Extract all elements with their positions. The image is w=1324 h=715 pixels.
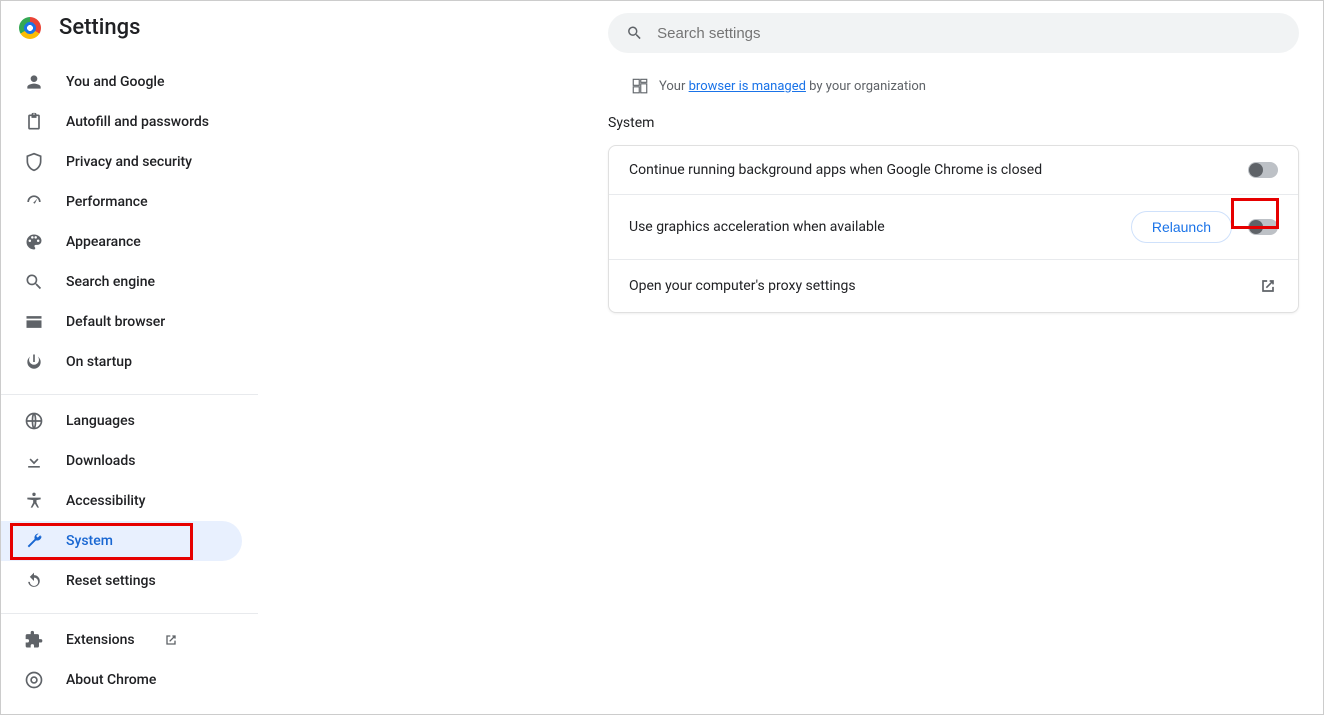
chrome-logo-icon [19, 17, 41, 39]
managed-prefix: Your [659, 79, 689, 94]
accessibility-icon [24, 491, 44, 511]
browser-icon [24, 312, 44, 332]
row-label: Use graphics acceleration when available [629, 219, 885, 235]
sidebar-item-performance[interactable]: Performance [1, 182, 242, 222]
domain-icon [631, 77, 649, 95]
main-content: Your browser is managed by your organiza… [258, 1, 1323, 714]
clipboard-icon [24, 112, 44, 132]
person-icon [24, 72, 44, 92]
relaunch-button[interactable]: Relaunch [1131, 211, 1232, 243]
power-icon [24, 352, 44, 372]
sidebar-item-label: Accessibility [66, 493, 145, 509]
restore-icon [24, 571, 44, 591]
row-graphics-acceleration: Use graphics acceleration when available… [609, 194, 1298, 259]
palette-icon [24, 232, 44, 252]
sidebar-item-extensions[interactable]: Extensions [1, 620, 242, 660]
sidebar-item-autofill-and-passwords[interactable]: Autofill and passwords [1, 102, 242, 142]
sidebar-item-default-browser[interactable]: Default browser [1, 302, 242, 342]
sidebar-item-label: Languages [66, 413, 135, 429]
shield-icon [24, 152, 44, 172]
row-label: Continue running background apps when Go… [629, 162, 1042, 178]
managed-suffix: by your organization [806, 79, 926, 94]
sidebar-item-you-and-google[interactable]: You and Google [1, 62, 242, 102]
speed-icon [24, 192, 44, 212]
sidebar-item-label: On startup [66, 354, 132, 370]
sidebar-item-label: Extensions [66, 632, 135, 648]
section-title-system: System [608, 115, 1299, 131]
row-label: Open your computer's proxy settings [629, 278, 856, 294]
sidebar-item-label: Search engine [66, 274, 155, 290]
sidebar-item-label: Reset settings [66, 573, 156, 589]
chrome-icon [24, 670, 44, 690]
toggle-graphics-acceleration[interactable] [1248, 219, 1278, 235]
sidebar-item-languages[interactable]: Languages [1, 401, 242, 441]
open-external-icon [1258, 276, 1278, 296]
row-proxy-settings[interactable]: Open your computer's proxy settings [609, 259, 1298, 312]
sidebar-item-system[interactable]: System [1, 521, 242, 561]
sidebar-item-on-startup[interactable]: On startup [1, 342, 242, 382]
settings-header: Settings [1, 15, 258, 56]
search-settings-bar[interactable] [608, 13, 1299, 53]
search-icon [626, 24, 643, 42]
sidebar-item-label: Performance [66, 194, 148, 210]
sidebar-item-label: System [66, 533, 113, 549]
sidebar-item-label: About Chrome [66, 672, 156, 688]
sidebar-item-label: Privacy and security [66, 154, 192, 170]
sidebar-item-accessibility[interactable]: Accessibility [1, 481, 242, 521]
row-background-apps: Continue running background apps when Go… [609, 146, 1298, 194]
sidebar-item-appearance[interactable]: Appearance [1, 222, 242, 262]
sidebar-item-reset-settings[interactable]: Reset settings [1, 561, 242, 601]
sidebar-item-label: Autofill and passwords [66, 114, 209, 130]
download-icon [24, 451, 44, 471]
settings-sidebar: Settings You and Google Autofill and pass… [1, 1, 258, 714]
open-external-icon [163, 632, 179, 648]
search-settings-input[interactable] [657, 25, 1281, 42]
wrench-icon [24, 531, 44, 551]
sidebar-item-downloads[interactable]: Downloads [1, 441, 242, 481]
search-icon [24, 272, 44, 292]
sidebar-item-search-engine[interactable]: Search engine [1, 262, 242, 302]
managed-link[interactable]: browser is managed [689, 79, 806, 94]
sidebar-item-label: You and Google [66, 74, 164, 90]
managed-browser-notice: Your browser is managed by your organiza… [258, 77, 1299, 95]
toggle-background-apps[interactable] [1248, 162, 1278, 178]
sidebar-item-about-chrome[interactable]: About Chrome [1, 660, 242, 700]
sidebar-item-label: Downloads [66, 453, 135, 469]
extension-icon [24, 630, 44, 650]
sidebar-item-privacy-and-security[interactable]: Privacy and security [1, 142, 242, 182]
sidebar-item-label: Appearance [66, 234, 141, 250]
sidebar-item-label: Default browser [66, 314, 165, 330]
system-settings-card: Continue running background apps when Go… [608, 145, 1299, 313]
page-title: Settings [59, 15, 140, 40]
globe-icon [24, 411, 44, 431]
